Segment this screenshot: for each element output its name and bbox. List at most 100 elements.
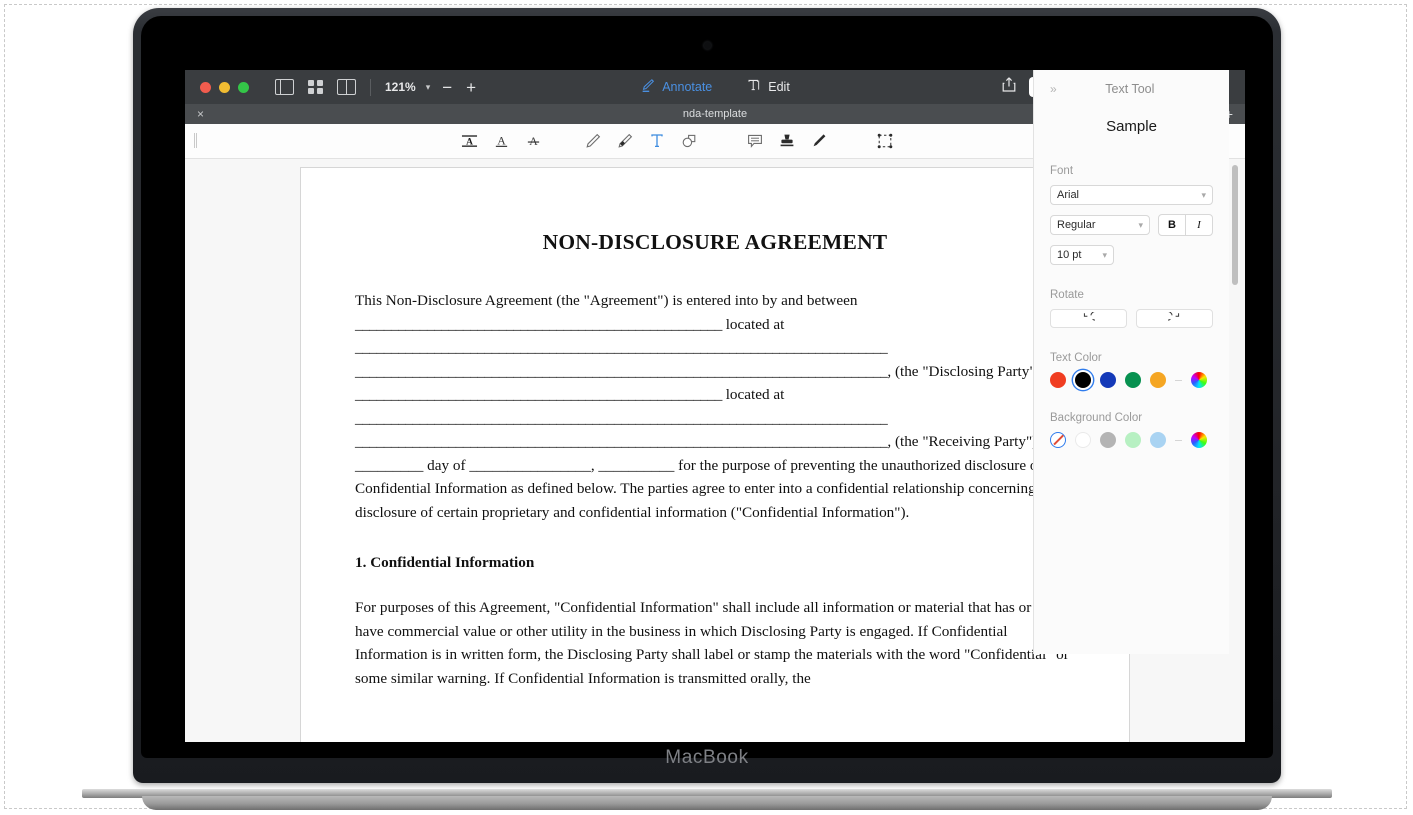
tab-annotate[interactable]: Annotate [640,78,712,96]
blank-line-1: ________________________________________… [355,315,722,333]
strikethrough-text-icon[interactable]: A [517,128,549,154]
font-style-value: Regular [1057,219,1096,231]
share-icon[interactable] [1001,76,1017,98]
located-at-2: located at [725,386,785,403]
italic-button[interactable]: I [1185,215,1212,235]
section-1-body: For purposes of this Agreement, "Confide… [355,599,1069,687]
close-window-button[interactable] [200,81,211,93]
located-at-1: located at [725,315,785,333]
minimize-window-button[interactable] [219,81,230,93]
font-section-label: Font [1050,165,1074,177]
toolbar-divider [370,78,371,96]
swatch-connector [1175,439,1182,441]
text-color-swatches [1050,372,1213,388]
chevron-down-icon[interactable]: ▾ [426,82,431,93]
maximize-window-button[interactable] [238,81,249,93]
text-color-custom-picker[interactable] [1191,372,1207,388]
text-color-black[interactable] [1075,372,1091,388]
font-family-select[interactable]: Arial ▾ [1050,185,1213,205]
text-color-orange[interactable] [1150,372,1166,388]
crop-select-icon[interactable] [869,128,901,154]
signature-icon[interactable] [803,128,835,154]
rotate-clockwise-icon[interactable] [1136,309,1213,328]
text-color-blue[interactable] [1100,372,1116,388]
bold-button[interactable]: B [1159,215,1185,235]
chevron-down-icon: ▾ [1138,219,1143,230]
webcam-icon [703,42,711,49]
svg-text:A: A [466,137,473,147]
document-heading: NON-DISCLOSURE AGREEMENT [542,230,888,254]
rotate-section-label: Rotate [1050,289,1084,301]
document-scrollbar[interactable] [1232,165,1238,285]
background-color-white[interactable] [1075,432,1091,448]
rotate-counterclockwise-icon[interactable] [1050,309,1127,328]
inspector-panel: » Text Tool Sample Font Arial ▾ Regular … [1033,70,1229,654]
screen-bezel: 121% ▾ − + Annotate Edit × nda-template … [141,16,1273,758]
shapes-icon[interactable] [673,128,705,154]
annotation-tools: A A A [453,128,901,154]
chevron-down-icon: ▾ [1201,189,1206,200]
edit-text-icon [746,78,761,96]
annotate-pen-icon [640,78,655,96]
blank-line-2: ________________________________________… [355,339,888,356]
tab-edit-label: Edit [768,80,790,94]
comment-icon[interactable] [739,128,771,154]
text-tool-icon[interactable] [641,128,673,154]
chevron-down-icon: ▾ [1102,249,1107,260]
background-color-swatches [1050,432,1213,448]
mode-tabs: Annotate Edit [640,78,790,96]
document-paragraph-intro: This Non-Disclosure Agreement (the "Agre… [355,289,1075,524]
svg-text:A: A [497,134,506,147]
tab-edit[interactable]: Edit [746,78,790,96]
background-color-section-label: Background Color [1050,412,1143,424]
two-page-view-icon[interactable] [337,79,356,95]
inspector-header: » Text Tool [1050,74,1213,104]
blank-line-6: ________________________________________… [355,433,888,450]
bold-italic-group: B I [1158,214,1213,236]
tab-annotate-label: Annotate [662,80,713,94]
font-size-value: 10 pt [1057,249,1082,261]
view-options [275,79,356,95]
background-color-light-blue[interactable] [1150,432,1166,448]
swatch-connector [1175,379,1182,381]
blank-line-5: ________________________________________… [355,409,888,427]
text-color-green[interactable] [1125,372,1141,388]
receiving-party-tail: , (the "Receiving [887,433,991,450]
stamp-icon[interactable] [771,128,803,154]
font-style-row: Regular ▾ B I [1050,214,1213,236]
font-family-value: Arial [1057,189,1080,201]
rotate-buttons [1050,309,1213,328]
laptop-hinge [82,789,1332,811]
laptop-lid: 121% ▾ − + Annotate Edit × nda-template … [133,8,1281,783]
window-controls [185,81,249,93]
chevron-right-double-icon[interactable]: » [1050,82,1057,96]
document-page: NON-DISCLOSURE AGREEMENT This Non-Disclo… [300,167,1130,742]
underline-text-icon[interactable]: A [485,128,517,154]
font-size-select[interactable]: 10 pt ▾ [1050,245,1114,265]
text-color-red[interactable] [1050,372,1066,388]
section-1-heading: 1. Confidential Information [355,554,535,571]
thumbnail-grid-icon[interactable] [308,80,323,94]
text-color-section-label: Text Color [1050,352,1102,364]
hinge-lip [142,796,1272,810]
background-color-none[interactable] [1050,432,1066,448]
sidebar-toggle-icon[interactable] [275,79,294,95]
eraser-icon[interactable] [609,128,641,154]
background-color-light-green[interactable] [1125,432,1141,448]
pencil-icon[interactable] [577,128,609,154]
zoom-in-button[interactable]: + [464,79,478,96]
zoom-out-button[interactable]: − [440,79,454,96]
macbook-device: 121% ▾ − + Annotate Edit × nda-template … [82,8,1332,810]
toolbar-drag-handle[interactable] [194,133,197,148]
zoom-level-value[interactable]: 121% [385,80,416,94]
blank-line-3: ________________________________________… [355,362,888,380]
macbook-brand-label: MacBook [665,747,749,768]
background-color-gray[interactable] [1100,432,1116,448]
intro-line-1: This Non-Disclosure Agreement (the "Agre… [355,292,858,309]
background-color-custom-picker[interactable] [1191,432,1207,448]
highlight-text-icon[interactable]: A [453,128,485,154]
blank-line-4: ________________________________________… [355,386,722,403]
font-style-select[interactable]: Regular ▾ [1050,215,1150,235]
zoom-controls: 121% ▾ − + [385,79,478,96]
inspector-title: Text Tool [1105,82,1155,96]
